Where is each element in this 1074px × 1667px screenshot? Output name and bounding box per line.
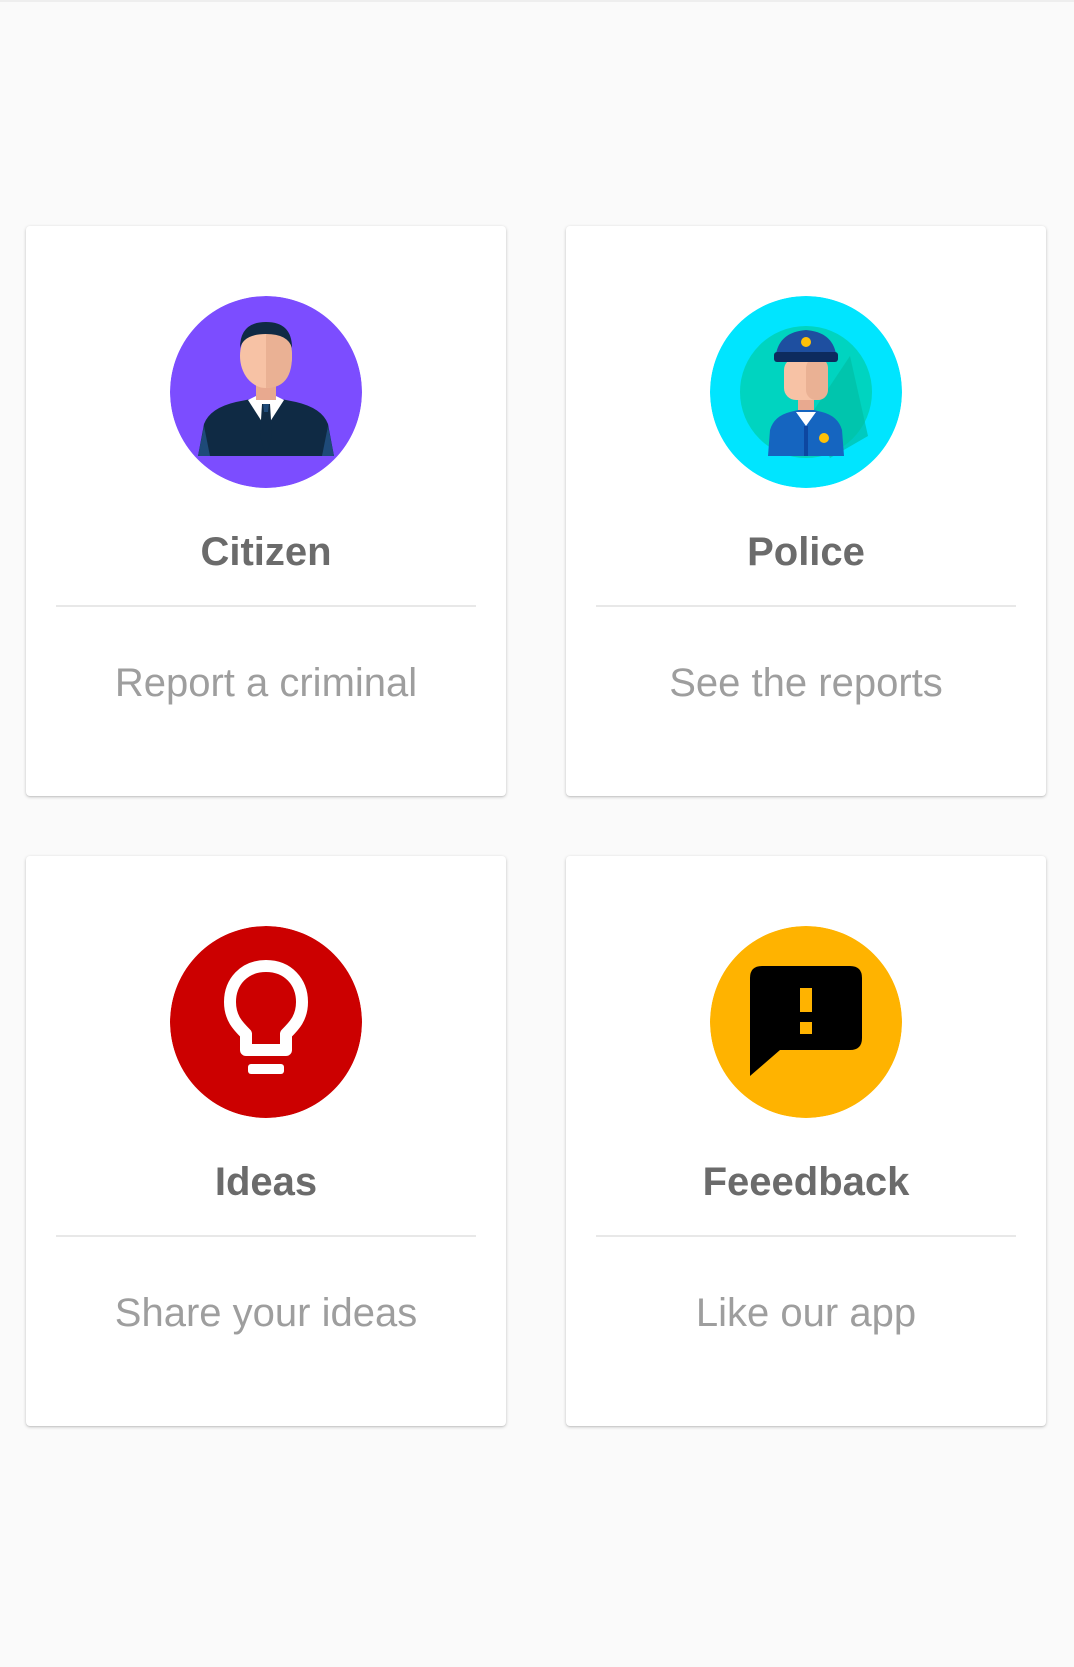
card-subtitle: Report a criminal <box>114 661 418 705</box>
card-subtitle: Share your ideas <box>114 1291 418 1335</box>
feedback-card[interactable]: Feeedback Like our app <box>566 856 1046 1426</box>
card-divider <box>56 1235 476 1237</box>
card-title: Ideas <box>214 1160 318 1204</box>
card-title: Citizen <box>200 530 332 574</box>
top-divider <box>0 0 1074 2</box>
citizen-card[interactable]: Citizen Report a criminal <box>26 226 506 796</box>
card-title: Feeedback <box>702 1160 910 1204</box>
card-title: Police <box>747 530 865 574</box>
card-divider <box>596 605 1016 607</box>
card-divider <box>596 1235 1016 1237</box>
police-card[interactable]: Police See the reports <box>566 226 1046 796</box>
police-officer-icon <box>710 296 902 488</box>
menu-grid: Citizen Report a criminal Police See the… <box>26 226 1046 1426</box>
card-subtitle: Like our app <box>695 1291 917 1335</box>
ideas-card[interactable]: Ideas Share your ideas <box>26 856 506 1426</box>
citizen-avatar-icon <box>170 296 362 488</box>
card-divider <box>56 605 476 607</box>
card-subtitle: See the reports <box>669 661 943 705</box>
lightbulb-icon <box>170 926 362 1118</box>
feedback-alert-icon <box>710 926 902 1118</box>
